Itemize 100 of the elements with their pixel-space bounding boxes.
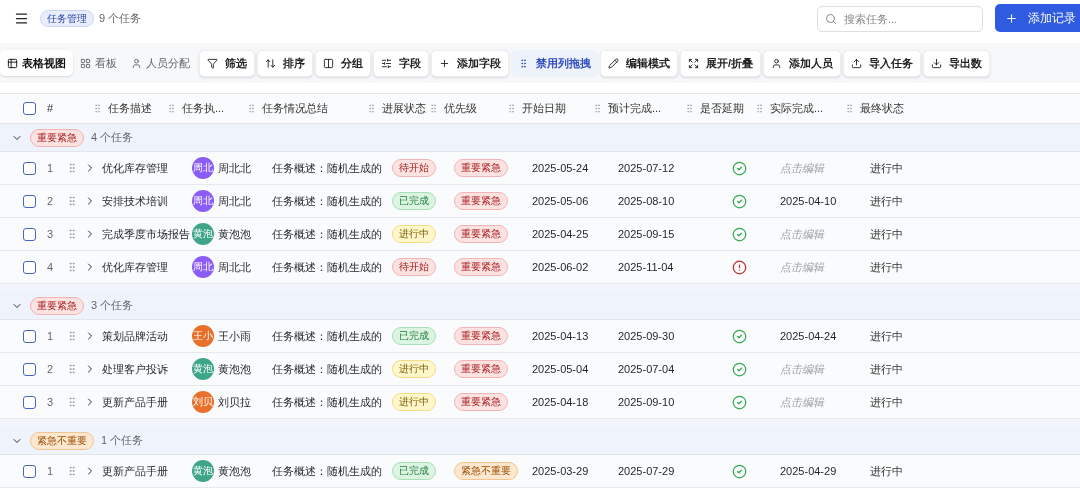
column-header[interactable]: 是否延期 xyxy=(700,100,744,117)
due-date: 2025-07-29 xyxy=(618,464,675,477)
checkbox[interactable] xyxy=(23,464,36,478)
task-summary: 任务概述：随机生成的 xyxy=(272,227,382,240)
menu-icon[interactable] xyxy=(14,10,29,26)
columns-icon xyxy=(323,57,334,69)
drag-handle-icon[interactable] xyxy=(92,103,103,114)
avatar: 刘贝 xyxy=(192,391,214,413)
column-header[interactable]: 任务执... xyxy=(182,100,225,117)
checkbox[interactable] xyxy=(23,362,36,376)
app-tag: 任务管理 xyxy=(40,9,94,27)
final-status: 进行中 xyxy=(870,362,903,375)
task-summary: 任务概述：随机生成的 xyxy=(272,329,382,342)
final-status: 进行中 xyxy=(870,227,903,240)
checkbox[interactable] xyxy=(23,395,36,409)
avatar: 周北 xyxy=(192,157,214,179)
add-record-button[interactable]: 添加记录 xyxy=(995,4,1080,32)
start-date: 2025-06-02 xyxy=(532,260,589,273)
start-date: 2025-05-04 xyxy=(532,362,589,375)
column-header[interactable]: 优先级 xyxy=(444,100,477,117)
download-icon xyxy=(931,57,943,69)
avatar: 周北 xyxy=(192,190,214,212)
row-number: 2 xyxy=(47,194,54,207)
column-header[interactable]: 预计完成... xyxy=(608,100,662,117)
toolbar-button[interactable]: 分组 xyxy=(315,49,371,77)
pencil-icon xyxy=(608,57,619,69)
status-badge: 进行中 xyxy=(392,225,436,243)
upload-icon xyxy=(851,57,863,69)
drag-handle-icon[interactable] xyxy=(66,363,78,375)
row-number: 2 xyxy=(47,362,54,375)
column-header[interactable]: # xyxy=(47,102,54,115)
column-header[interactable]: 任务情况总结 xyxy=(262,100,328,117)
drag-handle-icon[interactable] xyxy=(66,396,78,408)
start-date: 2025-03-29 xyxy=(532,464,589,477)
drag-handle-icon[interactable] xyxy=(66,465,78,477)
group-tag: 重要紧急 xyxy=(30,296,84,315)
final-status: 进行中 xyxy=(870,260,903,273)
drag-handle-icon[interactable] xyxy=(66,228,78,240)
row-number: 1 xyxy=(47,464,54,477)
due-date: 2025-07-12 xyxy=(618,161,675,174)
grip-icon xyxy=(518,57,529,69)
column-header[interactable]: 进展状态 xyxy=(382,100,426,117)
view-tab[interactable]: 看板 xyxy=(73,50,124,76)
status-badge: 进行中 xyxy=(392,393,436,411)
toolbar-button[interactable]: 筛选 xyxy=(199,49,255,77)
checkbox[interactable] xyxy=(23,227,36,241)
start-date: 2025-04-13 xyxy=(532,329,589,342)
drag-handle-icon[interactable] xyxy=(506,103,517,114)
assignee-name: 王小雨 xyxy=(218,328,251,344)
final-status: 进行中 xyxy=(870,194,903,207)
drag-handle-icon[interactable] xyxy=(592,103,603,114)
toolbar-button[interactable]: 导入任务 xyxy=(843,49,922,77)
user-icon xyxy=(131,57,142,69)
drag-handle-icon[interactable] xyxy=(66,162,78,174)
column-header[interactable]: 任务描述 xyxy=(108,100,152,117)
drag-handle-icon[interactable] xyxy=(844,103,855,114)
toolbar-button[interactable]: 展开/折叠 xyxy=(680,49,762,77)
task-description: 优化库存管理 xyxy=(102,259,168,275)
toolbar-button[interactable]: 添加人员 xyxy=(763,49,842,77)
drag-handle-icon[interactable] xyxy=(684,103,695,114)
assignee-name: 周北北 xyxy=(218,193,251,209)
task-description: 完成季度市场报告 xyxy=(102,226,190,242)
expand-icon xyxy=(688,57,699,69)
checkbox[interactable] xyxy=(23,260,36,274)
toolbar-button[interactable]: 禁用列拖拽 xyxy=(511,49,598,77)
toolbar-button[interactable]: 编辑模式 xyxy=(600,49,678,77)
drag-handle-icon[interactable] xyxy=(246,103,257,114)
checkbox[interactable] xyxy=(23,329,36,343)
view-tab[interactable]: 表格视图 xyxy=(0,50,73,76)
checkbox[interactable] xyxy=(23,194,36,208)
view-tab[interactable]: 人员分配 xyxy=(124,50,197,76)
assignee-name: 黄泡泡 xyxy=(218,463,251,479)
checkbox[interactable] xyxy=(23,102,36,115)
grid-icon xyxy=(80,57,91,69)
drag-handle-icon[interactable] xyxy=(366,103,377,114)
checkbox[interactable] xyxy=(23,161,36,175)
avatar: 王小 xyxy=(192,325,214,347)
drag-handle-icon[interactable] xyxy=(166,103,177,114)
toolbar-button[interactable]: 排序 xyxy=(257,49,313,77)
column-header[interactable]: 实际完成... xyxy=(770,100,824,117)
task-count: 9 个任务 xyxy=(99,10,142,26)
drag-handle-icon[interactable] xyxy=(66,330,78,342)
task-description: 策划品牌活动 xyxy=(102,328,168,344)
search-field[interactable]: 搜索任务... xyxy=(817,5,983,32)
row-number: 3 xyxy=(47,395,54,408)
drag-handle-icon[interactable] xyxy=(66,195,78,207)
priority-badge: 紧急不重要 xyxy=(454,462,518,480)
toolbar-button[interactable]: 字段 xyxy=(373,49,429,77)
status-badge: 已完成 xyxy=(392,462,436,480)
column-header[interactable]: 最终状态 xyxy=(860,100,904,117)
column-header[interactable]: 开始日期 xyxy=(522,100,566,117)
drag-handle-icon[interactable] xyxy=(754,103,765,114)
drag-handle-icon[interactable] xyxy=(428,103,439,114)
task-summary: 任务概述：随机生成的 xyxy=(272,260,382,273)
toolbar-button[interactable]: 导出数 xyxy=(923,49,991,77)
task-summary: 任务概述：随机生成的 xyxy=(272,194,382,207)
assignee-name: 黄泡泡 xyxy=(218,226,251,242)
toolbar-button[interactable]: 添加字段 xyxy=(431,49,509,77)
drag-handle-icon[interactable] xyxy=(66,261,78,273)
due-date: 2025-09-15 xyxy=(618,227,675,240)
